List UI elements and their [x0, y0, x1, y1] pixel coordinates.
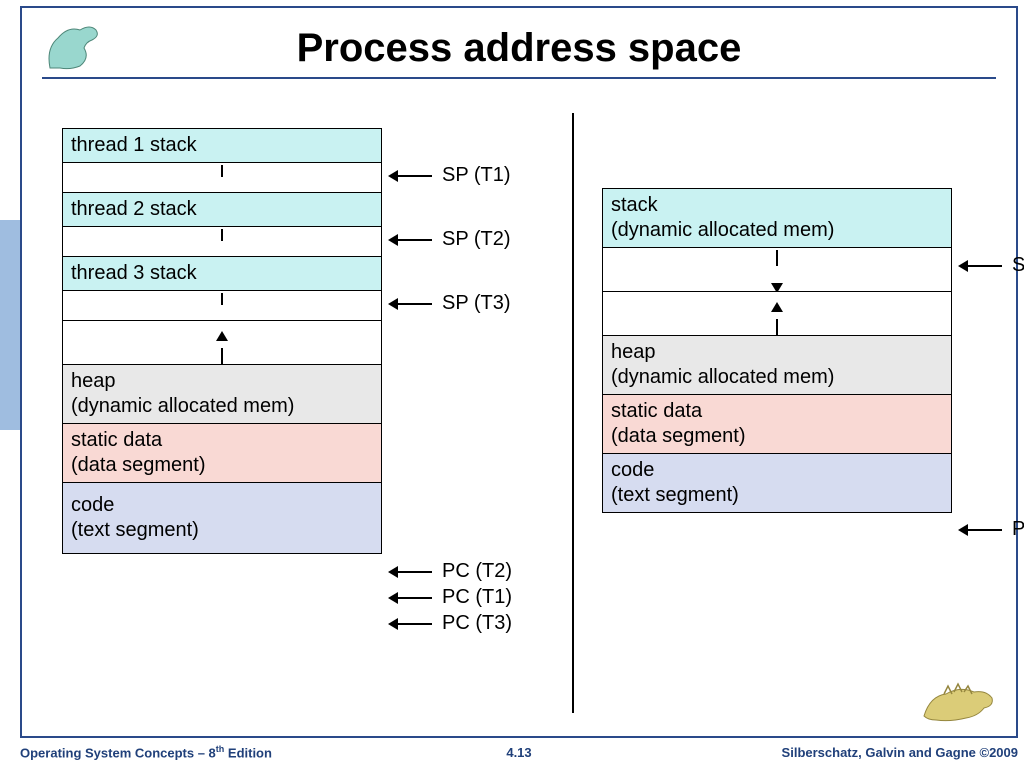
seg-static-right-l1: static data	[611, 400, 702, 422]
ptr-sp-t1-label: SP (T1)	[442, 164, 511, 187]
ptr-pc-t2-label: PC (T2)	[442, 560, 512, 583]
ptr-pc-t2: PC (T2)	[388, 560, 512, 583]
seg-stack-right-l2: (dynamic allocated mem)	[611, 219, 834, 241]
ptr-pc-t3: PC (T3)	[388, 612, 512, 635]
right-stack: stack (dynamic allocated mem) heap (dyna…	[602, 188, 952, 513]
ptr-sp-t2: SP (T2)	[388, 228, 511, 251]
ptr-pc-label: PC	[1012, 518, 1024, 541]
column-separator	[572, 113, 574, 713]
seg-heap-left-l2: (dynamic allocated mem)	[71, 395, 294, 417]
seg-static-right: static data (data segment)	[602, 395, 952, 454]
seg-static-left: static data (data segment)	[62, 424, 382, 483]
seg-thread3-grow	[62, 291, 382, 321]
seg-code-right-l2: (text segment)	[611, 484, 739, 506]
multithread-diagram: thread 1 stack thread 2 stack thread 3 s…	[62, 128, 532, 554]
seg-heap-right-l1: heap	[611, 341, 656, 363]
ptr-pc-t3-label: PC (T3)	[442, 612, 512, 635]
seg-heap-right-l2: (dynamic allocated mem)	[611, 366, 834, 388]
seg-static-left-l1: static data	[71, 429, 162, 451]
footer-left-1: Operating System Concepts – 8	[20, 745, 216, 760]
seg-heap-right: heap (dynamic allocated mem)	[602, 336, 952, 395]
footer-left: Operating System Concepts – 8th Edition	[20, 744, 272, 760]
ptr-sp-t3: SP (T3)	[388, 292, 511, 315]
seg-thread2-grow	[62, 227, 382, 257]
title-rule	[42, 77, 996, 79]
seg-thread2-stack: thread 2 stack	[62, 193, 382, 227]
ptr-sp: SP	[958, 254, 1024, 277]
seg-code-left-l2: (text segment)	[71, 519, 199, 541]
seg-code-left-l1: code	[71, 494, 114, 516]
seg-thread3-stack: thread 3 stack	[62, 257, 382, 291]
seg-code-right: code (text segment)	[602, 454, 952, 513]
footer: Operating System Concepts – 8th Edition …	[20, 740, 1018, 764]
seg-heap-grow-right	[602, 292, 952, 336]
seg-code-left: code (text segment)	[62, 483, 382, 554]
seg-thread1-stack: thread 1 stack	[62, 128, 382, 163]
seg-thread1-grow	[62, 163, 382, 193]
ptr-sp-label: SP	[1012, 254, 1024, 277]
footer-left-2: Edition	[224, 745, 272, 760]
seg-heap-left: heap (dynamic allocated mem)	[62, 365, 382, 424]
seg-heap-left-l1: heap	[71, 370, 116, 392]
seg-stack-grow-right	[602, 248, 952, 292]
ptr-pc: PC	[958, 518, 1024, 541]
ptr-sp-t1: SP (T1)	[388, 164, 511, 187]
footer-page: 4.13	[506, 745, 531, 760]
footer-right: Silberschatz, Galvin and Gagne ©2009	[782, 745, 1018, 760]
ptr-pc-t1-label: PC (T1)	[442, 586, 512, 609]
left-stack: thread 1 stack thread 2 stack thread 3 s…	[62, 128, 382, 554]
ptr-sp-t3-label: SP (T3)	[442, 292, 511, 315]
content-area: thread 1 stack thread 2 stack thread 3 s…	[62, 128, 986, 716]
seg-stack-right-l1: stack	[611, 194, 658, 216]
slide-title: Process address space	[22, 8, 1016, 77]
ptr-pc-t1: PC (T1)	[388, 586, 512, 609]
ptr-sp-t2-label: SP (T2)	[442, 228, 511, 251]
slide-frame: Process address space thread 1 stack thr…	[20, 6, 1018, 738]
dino-top-icon	[40, 18, 108, 72]
seg-static-left-l2: (data segment)	[71, 454, 206, 476]
singlethread-diagram: stack (dynamic allocated mem) heap (dyna…	[602, 188, 1024, 513]
seg-stack-right: stack (dynamic allocated mem)	[602, 188, 952, 248]
seg-static-right-l2: (data segment)	[611, 425, 746, 447]
footer-left-sup: th	[216, 744, 225, 754]
seg-heap-grow-left	[62, 321, 382, 365]
seg-code-right-l1: code	[611, 459, 654, 481]
